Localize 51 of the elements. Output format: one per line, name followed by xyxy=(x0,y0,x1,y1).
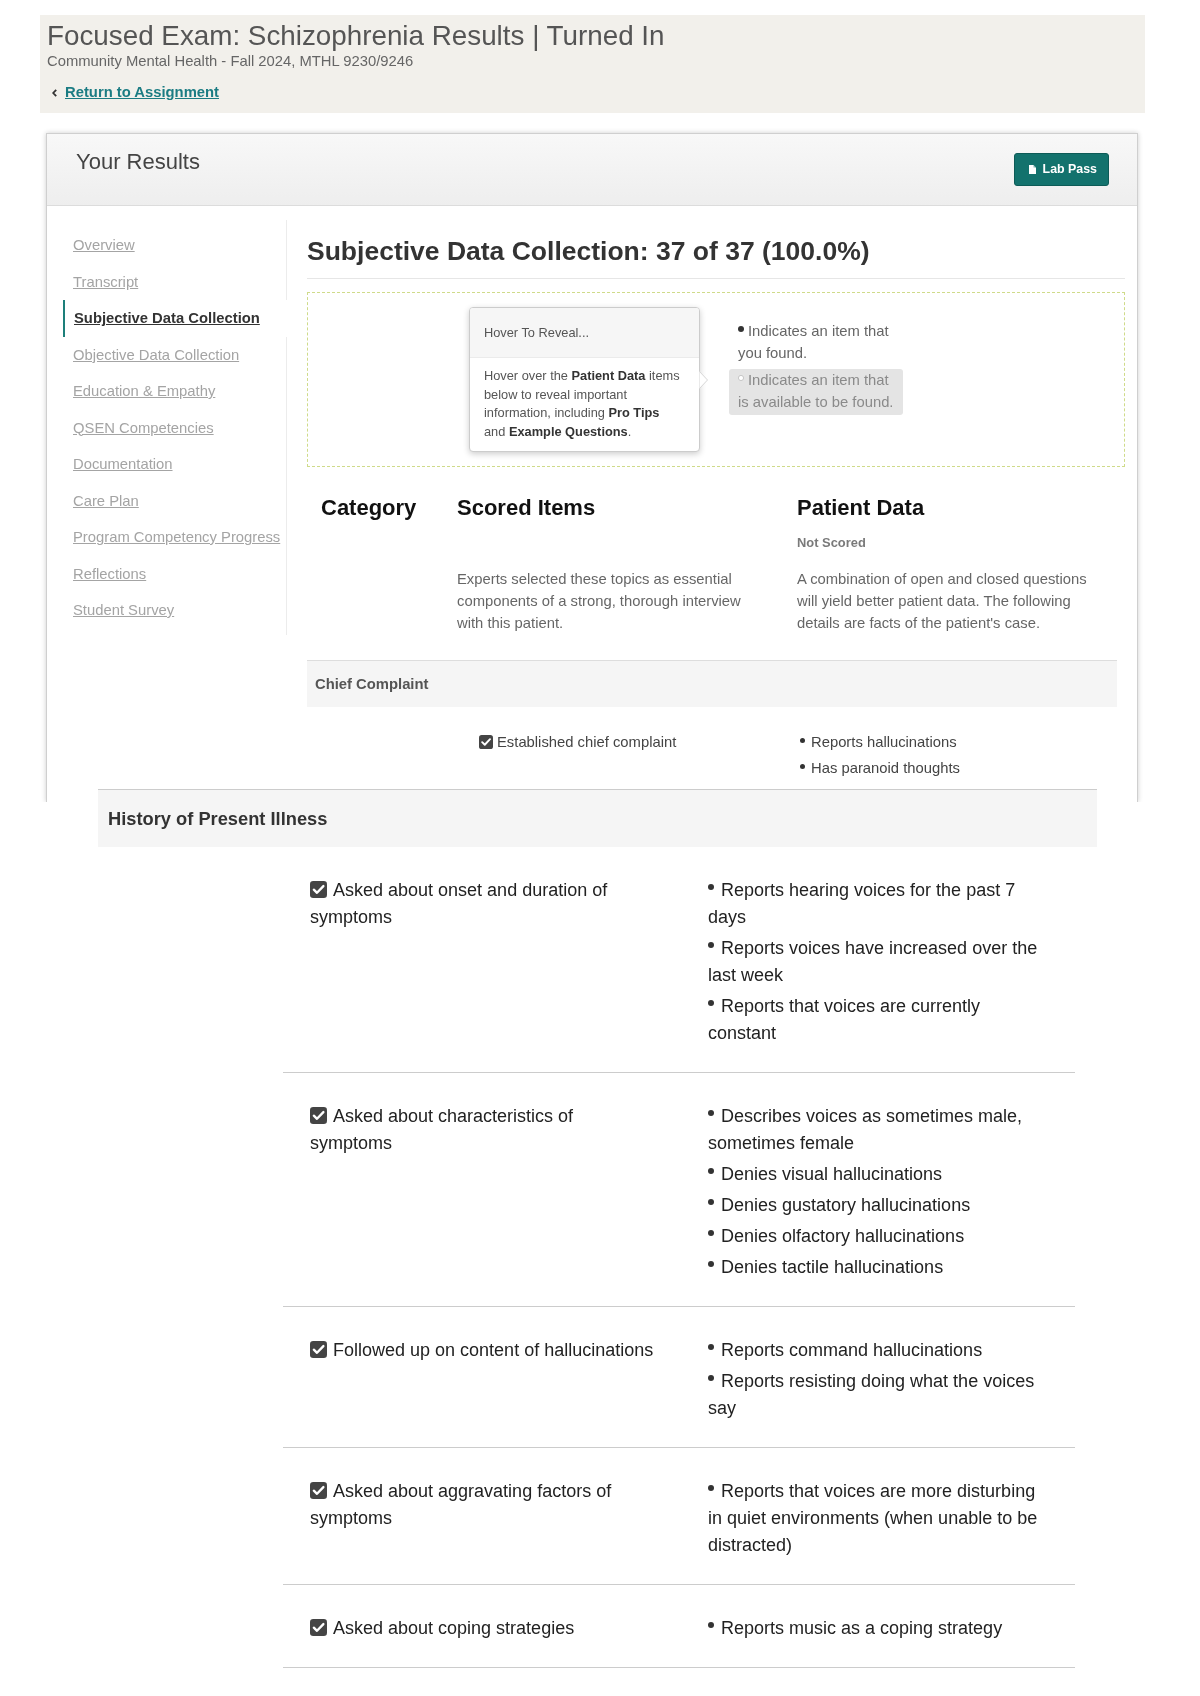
file-icon xyxy=(1028,165,1036,174)
column-header: Category xyxy=(320,495,418,521)
sidebar-link[interactable]: Transcript xyxy=(63,263,286,300)
lab-pass-button[interactable]: Lab Pass xyxy=(1013,153,1109,186)
scored-item-text: Asked about coping strategies xyxy=(333,1618,575,1638)
patient-data-text: Reports music as a coping strategy xyxy=(721,1618,1003,1638)
sidebar-link[interactable]: Subjective Data Collection xyxy=(63,300,287,337)
popover-text: Hover over the Patient Data items below to reveal important information, including Pro Tips and Example Questions. xyxy=(483,367,681,441)
course-subtitle: Community Mental Health - Fall 2024, MTHL 9230/9246 xyxy=(47,53,415,70)
chevron-left-icon xyxy=(52,89,57,97)
column-description: Experts selected these topics as essential components of a strong, thorough interview with this patient. xyxy=(457,570,742,633)
scored-item-text: Asked about aggravating factors of symptoms xyxy=(310,1481,612,1528)
sidebar-link[interactable]: Reflections xyxy=(63,555,286,592)
patient-data-text: Reports voices have increased over the last week xyxy=(708,938,1038,985)
patient-data-text: Denies tactile hallucinations xyxy=(721,1257,944,1277)
column-header: Scored Items xyxy=(457,495,597,521)
column-description: A combination of open and closed questions will yield better patient data. The following details are facts of the patient's case. xyxy=(797,570,1088,633)
patient-data-text: Reports that voices are more disturbing in quiet environments (when unable to be distracted) xyxy=(708,1481,1038,1555)
patient-data-text: Denies visual hallucinations xyxy=(721,1164,943,1184)
column-header: Patient Data xyxy=(797,495,926,521)
scored-item-text: Asked about onset and duration of symptoms xyxy=(310,880,608,927)
page-title: Focused Exam: Schizophrenia Results | Turned In xyxy=(47,20,666,51)
scored-item-text: Asked about characteristics of symptoms xyxy=(310,1106,574,1153)
patient-data-text: Has paranoid thoughts xyxy=(811,760,960,776)
patient-data-text: Describes voices as sometimes male, sometimes female xyxy=(708,1106,1023,1153)
card-title: Your Results xyxy=(76,148,200,175)
category-heading: History of Present Illness xyxy=(98,789,1097,847)
patient-data-text: Denies gustatory hallucinations xyxy=(721,1195,971,1215)
not-scored-note: Not Scored xyxy=(797,533,867,551)
patient-data-text: Reports command hallucinations xyxy=(721,1340,983,1360)
patient-data-text: Reports hearing voices for the past 7 days xyxy=(708,880,1016,927)
scored-item-text: Established chief complaint xyxy=(497,734,677,750)
patient-data-text: Reports that voices are currently constant xyxy=(708,996,981,1043)
patient-data-text: Denies olfactory hallucinations xyxy=(721,1226,965,1246)
sidebar-link[interactable]: QSEN Competencies xyxy=(63,409,286,446)
back-link[interactable]: Return to Assignment xyxy=(52,84,219,100)
legend-text: Indicates an item that is available to be found. xyxy=(738,372,894,410)
sidebar-link[interactable]: Care Plan xyxy=(63,482,286,519)
sidebar-link[interactable]: Student Survey xyxy=(63,592,286,629)
sidebar-link[interactable]: Objective Data Collection xyxy=(63,336,286,373)
sidebar-link[interactable]: Documentation xyxy=(63,446,286,483)
popover-title: Hover To Reveal... xyxy=(470,308,699,358)
category-heading: Chief Complaint xyxy=(307,660,1117,707)
patient-data-text: Reports hallucinations xyxy=(811,734,957,750)
legend-text: Indicates an item that you found. xyxy=(738,323,889,361)
patient-data-text: Reports resisting doing what the voices say xyxy=(708,1371,1035,1418)
sidebar-link[interactable]: Education & Empathy xyxy=(63,373,286,410)
sidebar-link[interactable]: Program Competency Progress xyxy=(63,519,286,556)
sidebar-link[interactable]: Overview xyxy=(63,227,286,264)
scored-item-text: Followed up on content of hallucinations xyxy=(333,1340,654,1360)
section-title: Subjective Data Collection: 37 of 37 (100.0%) xyxy=(307,235,1125,279)
